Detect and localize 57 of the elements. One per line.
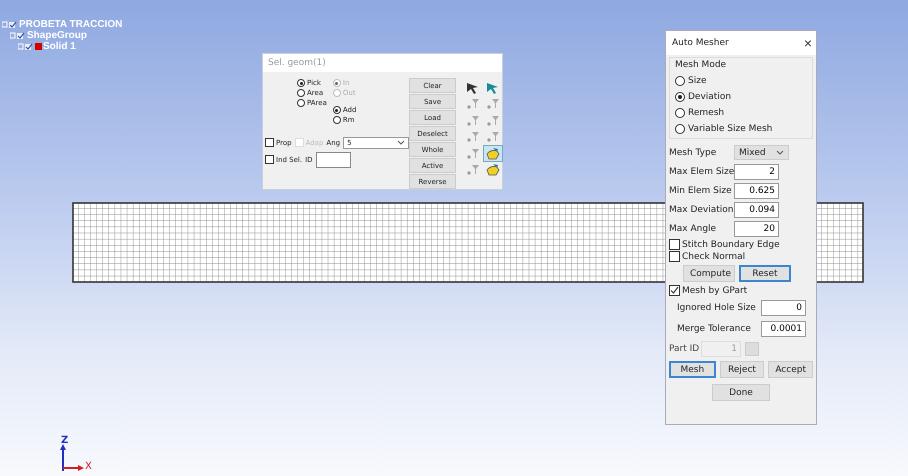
checkbox[interactable] [669,285,680,296]
radio-button[interactable] [297,89,305,97]
chevron-down-icon [397,140,406,145]
hand-icon[interactable] [484,162,502,178]
close-button[interactable]: × [804,35,812,51]
chevron-down-icon [776,150,784,155]
radio-button[interactable] [675,108,685,118]
hand-icon[interactable] [484,146,502,161]
group-title: Mesh Mode [675,60,728,70]
checkbox[interactable] [265,138,274,147]
number-field[interactable]: 0.094 [734,202,779,218]
radio-label: Size [688,76,706,86]
checkbox[interactable] [265,155,274,164]
radio-button[interactable] [332,116,341,124]
field-label: Mesh Type [669,148,718,158]
field-label: Max Elem Size [669,166,733,176]
dialog-title: Sel. geom(1) [263,54,502,72]
done-button[interactable]: Done [712,384,770,401]
tree-node-icon[interactable] [2,20,18,29]
radio-label: Remesh [688,108,724,118]
tree-node-icon[interactable] [18,42,34,51]
radio-button[interactable] [675,92,685,102]
x-axis-arrow [63,464,85,472]
z-axis-arrow [59,443,67,471]
action-button[interactable]: Reject [720,361,764,378]
action-button[interactable]: Mesh [669,361,716,378]
radio-button[interactable] [675,76,685,86]
radio-button[interactable] [332,106,341,114]
field-label: Merge Tolerance [677,324,752,334]
action-button[interactable]: Accept [768,361,813,378]
checkbox-label: Check Normal [682,252,746,262]
radio-button[interactable] [297,99,305,107]
checkbox[interactable] [669,239,680,250]
checkbox-label: Mesh by GPart [682,286,748,296]
action-button[interactable]: Reset [739,265,791,282]
action-button[interactable]: Compute [683,265,735,282]
id-field[interactable] [316,152,351,168]
number-field[interactable]: 0 [761,300,806,316]
field-label: Ignored Hole Size [677,302,757,312]
number-field[interactable]: 0.0001 [761,320,806,336]
number-field[interactable]: 20 [734,220,779,236]
field-label: Max Deviation [669,204,733,214]
radio-label: Deviation [688,92,732,102]
field-label: Min Elem Size [669,186,733,196]
number-field[interactable]: 0.625 [734,182,779,198]
radio-button[interactable] [675,124,685,134]
number-field[interactable]: 2 [734,164,779,180]
radio-label: Variable Size Mesh [688,124,772,134]
field-label: Max Angle [669,224,718,234]
checkbox[interactable] [669,251,680,262]
checkbox-label: Stitch Boundary Edge [682,240,780,250]
axis-label: X [85,461,92,472]
dialog-title: Auto Mesher [672,38,729,48]
radio-button[interactable] [297,79,305,87]
axis-label: Z [61,435,68,446]
mesh-type-dropdown[interactable]: Mixed [734,145,789,160]
tree-node-icon[interactable] [10,31,26,40]
